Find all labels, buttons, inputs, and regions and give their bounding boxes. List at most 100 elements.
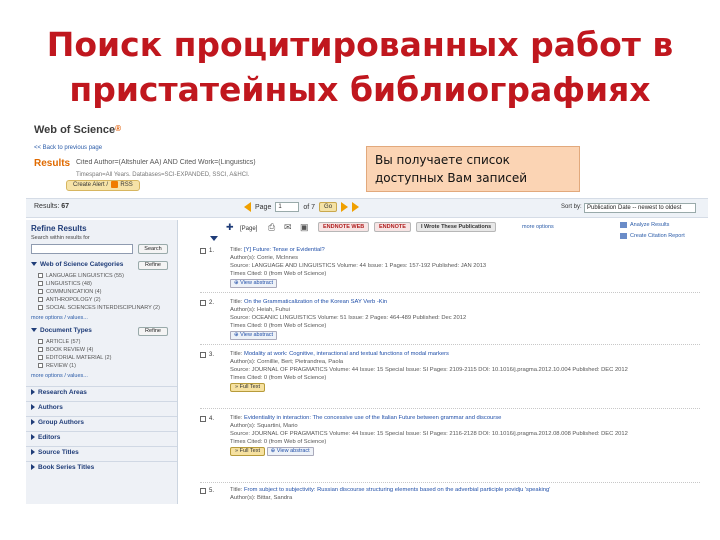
- facet-doctypes-head[interactable]: Document Types: [31, 327, 92, 334]
- record-title[interactable]: Title: Evidentiality in interaction: The…: [230, 414, 705, 422]
- go-button[interactable]: Go: [319, 202, 338, 212]
- category-label: LANGUAGE LINGUISTICS (55): [46, 273, 124, 279]
- view-abstract-label: View abstract: [240, 332, 274, 338]
- endnote-web-button[interactable]: ENDNOTE WEB: [318, 222, 370, 232]
- record-checkbox[interactable]: [200, 300, 206, 306]
- record-checkbox[interactable]: [200, 352, 206, 358]
- checkbox-icon[interactable]: [38, 305, 43, 311]
- i-wrote-these-publications-button[interactable]: I Wrote These Publications: [416, 222, 497, 232]
- record-divider: [200, 482, 700, 483]
- doctype-item[interactable]: REVIEW (1): [38, 362, 111, 370]
- expand-right-icon: [31, 449, 35, 456]
- record-source: Source: LANGUAGE AND LINGUISTICS Volume:…: [230, 263, 487, 269]
- record-times-cited: Times Cited: 0 (from Web of Science): [230, 439, 327, 445]
- expand-right-icon: [31, 419, 35, 426]
- full-text-button[interactable]: » Full Text: [230, 447, 265, 456]
- expand-down-icon: [31, 328, 37, 333]
- previous-page-arrow-icon[interactable]: [244, 202, 251, 212]
- title-label: Title:: [230, 247, 243, 253]
- title-text: On the Grammaticalization of the Korean …: [243, 299, 388, 305]
- facet-label: Editors: [38, 434, 61, 441]
- checkbox-icon[interactable]: [38, 273, 43, 279]
- checkbox-icon[interactable]: [38, 339, 43, 345]
- checkbox-icon[interactable]: [38, 297, 43, 303]
- checkbox-icon[interactable]: [38, 347, 43, 353]
- record-title[interactable]: Title: Modality at work: Cognitive, inte…: [230, 350, 705, 358]
- category-item[interactable]: SOCIAL SCIENCES INTERDISCIPLINARY (2): [38, 304, 160, 312]
- record-title[interactable]: Title: From subject to subjectivity: Rus…: [230, 486, 705, 494]
- back-link[interactable]: << Back to previous page: [34, 145, 102, 151]
- categories-more-options-link[interactable]: more options / values...: [31, 315, 88, 321]
- category-item[interactable]: LANGUAGE LINGUISTICS (55): [38, 272, 160, 280]
- email-icon[interactable]: ✉: [284, 222, 292, 232]
- facet-book-series-titles[interactable]: Book Series Titles: [26, 461, 177, 474]
- results-count: Results: 67: [34, 203, 69, 210]
- facet-editors[interactable]: Editors: [26, 431, 177, 444]
- record-title[interactable]: Title: [Y] Future: Tense or Evidential?: [230, 246, 705, 254]
- view-abstract-button[interactable]: ⊕ View abstract: [230, 279, 278, 288]
- save-icon[interactable]: ▣: [300, 222, 309, 232]
- analyze-icon: [620, 221, 627, 228]
- facet-research-areas[interactable]: Research Areas: [26, 386, 177, 399]
- record-body: Title: From subject to subjectivity: Rus…: [230, 486, 705, 502]
- category-label: LINGUISTICS (48): [46, 281, 92, 287]
- category-item[interactable]: ANTHROPOLOGY (2): [38, 296, 160, 304]
- doctypes-refine-button[interactable]: Refine: [138, 327, 168, 336]
- category-item[interactable]: LINGUISTICS (48): [38, 280, 160, 288]
- view-abstract-button[interactable]: ⊕ View abstract: [266, 447, 314, 456]
- expand-right-icon: [31, 464, 35, 471]
- analyze-results-link[interactable]: Analyze Results: [620, 220, 685, 231]
- results-count-value: 67: [61, 203, 70, 210]
- expand-right-icon: [31, 404, 35, 411]
- doctype-item[interactable]: EDITORIAL MATERIAL (2): [38, 354, 111, 362]
- checkbox-icon[interactable]: [38, 363, 43, 369]
- create-alert-button[interactable]: Create Alert / RSS: [66, 180, 140, 191]
- category-item[interactable]: COMMUNICATION (4): [38, 288, 160, 296]
- full-text-button[interactable]: » Full Text: [230, 383, 265, 392]
- record-checkbox[interactable]: [200, 488, 206, 494]
- facet-label: Group Authors: [38, 419, 84, 426]
- facet-group-authors[interactable]: Group Authors: [26, 416, 177, 429]
- print-icon[interactable]: ⎙: [268, 222, 275, 232]
- record-checkbox[interactable]: [200, 248, 206, 254]
- record-number: 4.: [209, 416, 215, 422]
- facet-authors[interactable]: Authors: [26, 401, 177, 414]
- last-page-arrow-icon[interactable]: [352, 202, 360, 212]
- facet-doctypes-label: Document Types: [40, 327, 92, 334]
- page-number-input[interactable]: 1: [275, 202, 300, 212]
- citation-report-link[interactable]: Create Citation Report: [620, 231, 685, 242]
- record-body: Title: On the Grammaticalization of the …: [230, 298, 705, 340]
- view-abstract-button[interactable]: ⊕ View abstract: [230, 331, 278, 340]
- next-page-arrow-icon[interactable]: [341, 202, 349, 212]
- full-text-label: Full Text: [239, 448, 260, 454]
- collapse-chevron-icon[interactable]: [210, 236, 218, 242]
- expand-right-icon: [31, 434, 35, 441]
- doctypes-more-options-link[interactable]: more options / values...: [31, 373, 88, 379]
- facet-label: Source Titles: [38, 449, 79, 456]
- record-title[interactable]: Title: On the Grammaticalization of the …: [230, 298, 705, 306]
- search-within-input[interactable]: [31, 244, 133, 254]
- page-selector[interactable]: [Page]: [240, 224, 257, 234]
- categories-refine-button[interactable]: Refine: [138, 261, 168, 270]
- record-number: 1.: [209, 248, 215, 254]
- more-options-link[interactable]: more options: [522, 224, 554, 230]
- facet-source-titles[interactable]: Source Titles: [26, 446, 177, 459]
- analyze-label: Analyze Results: [630, 222, 670, 228]
- record-times-cited: Times Cited: 0 (from Web of Science): [230, 323, 327, 329]
- expand-right-icon: [31, 389, 35, 396]
- doctype-item[interactable]: BOOK REVIEW (4): [38, 346, 111, 354]
- title-text: Evidentiality in interaction: The conces…: [243, 415, 502, 421]
- record-checkbox[interactable]: [200, 416, 206, 422]
- doctype-item[interactable]: ARTICLE (57): [38, 338, 111, 346]
- query-subtext: Timespan=All Years. Databases=SCI-EXPAND…: [76, 172, 250, 178]
- sort-select[interactable]: Publication Date -- newest to oldest: [584, 203, 696, 213]
- web-of-science-logo[interactable]: Web of Science®: [34, 124, 121, 136]
- result-record: 3. Title: Modality at work: Cognitive, i…: [200, 350, 708, 402]
- facet-categories-head[interactable]: Web of Science Categories: [31, 261, 123, 268]
- endnote-button[interactable]: ENDNOTE: [374, 222, 411, 232]
- checkbox-icon[interactable]: [38, 355, 43, 361]
- checkbox-icon[interactable]: [38, 281, 43, 287]
- add-to-marked-list-icon[interactable]: ✚: [226, 222, 234, 232]
- checkbox-icon[interactable]: [38, 289, 43, 295]
- search-within-button[interactable]: Search: [138, 244, 168, 254]
